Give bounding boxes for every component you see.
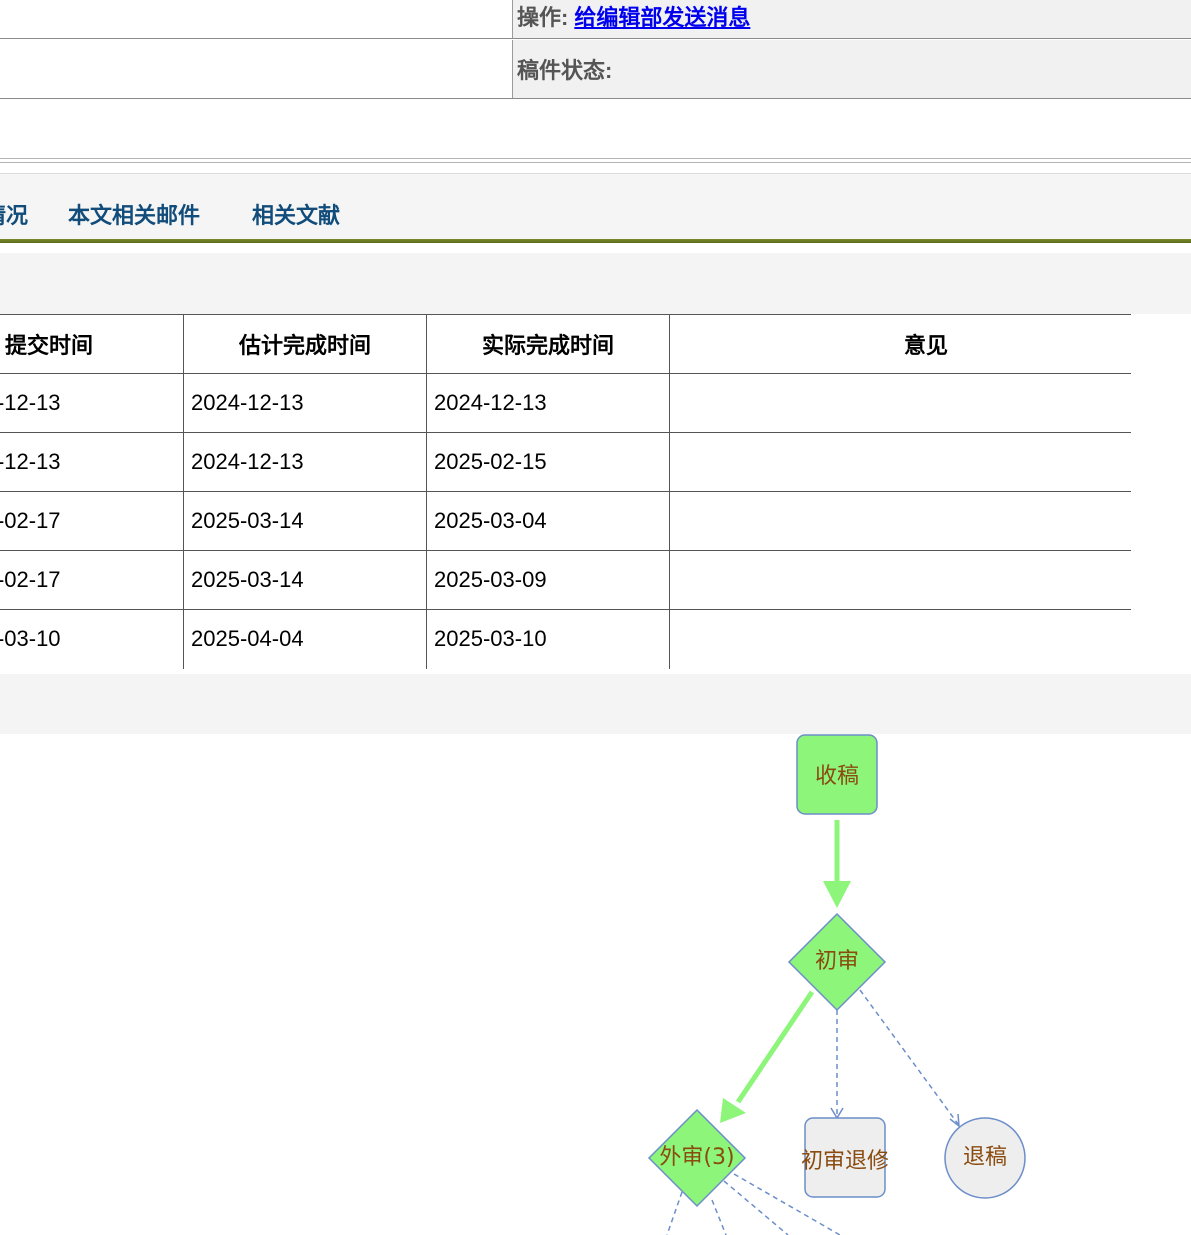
operation-row-left bbox=[0, 0, 512, 38]
estimated-time-cell: 2024-12-13 bbox=[183, 373, 428, 433]
actual-time-cell: 2025-03-04 bbox=[426, 491, 671, 551]
submit-time-cell: 2025-03-10 bbox=[0, 609, 185, 669]
estimated-time-cell: 2024-12-13 bbox=[183, 432, 428, 492]
status-label: 稿件状态: bbox=[517, 58, 613, 83]
flow-node-reject: 退稿 bbox=[944, 1117, 1026, 1199]
actual-time-cell: 2025-02-15 bbox=[426, 432, 671, 492]
flow-edge-initial-to-return bbox=[830, 1010, 844, 1120]
flow-node-initial-review: 初审 bbox=[787, 912, 887, 1012]
flow-node-external-review: 外审(3) bbox=[647, 1108, 747, 1208]
tab-review-status[interactable]: 情况 bbox=[0, 198, 28, 230]
status-cell: 稿件状态: bbox=[512, 40, 1191, 98]
tab-references[interactable]: 相关文献 bbox=[252, 198, 340, 230]
table-header-row: 提交时间 估计完成时间 实际完成时间 意见 bbox=[0, 314, 1131, 374]
actual-time-cell: 2025-03-10 bbox=[426, 609, 671, 669]
comments-cell bbox=[669, 373, 1131, 433]
tab-bar-underline bbox=[0, 239, 1191, 243]
flow-node-receive: 收稿 bbox=[796, 734, 878, 815]
flow-node-initial-review-label: 初审 bbox=[815, 949, 859, 974]
operation-cell: 操作: 给编辑部发送消息 bbox=[512, 0, 1191, 38]
comments-cell bbox=[669, 550, 1131, 610]
submit-time-cell: 2024-12-13 bbox=[0, 373, 185, 433]
flow-node-initial-return: 初审退修 bbox=[801, 1117, 889, 1198]
review-flow-diagram: 收稿 初审 外审(3) 初审退修 退稿 bbox=[647, 734, 1026, 1235]
flow-node-reject-label: 退稿 bbox=[963, 1145, 1007, 1170]
table-row: 2025-02-172025-03-142025-03-04 bbox=[0, 491, 1131, 551]
operation-label: 操作: bbox=[517, 5, 569, 30]
flow-node-initial-return-label: 初审退修 bbox=[801, 1149, 889, 1174]
actual-time-cell: 2025-03-09 bbox=[426, 550, 671, 610]
submit-time-cell: 2024-12-13 bbox=[0, 432, 185, 492]
estimated-time-cell: 2025-03-14 bbox=[183, 550, 428, 610]
table-row: 2025-02-172025-03-142025-03-09 bbox=[0, 550, 1131, 610]
comments-cell bbox=[669, 609, 1131, 669]
status-row: 稿件状态: bbox=[0, 40, 1191, 99]
submit-time-cell: 2025-02-17 bbox=[0, 550, 185, 610]
comments-cell bbox=[669, 491, 1131, 551]
tab-bar: 情况 本文相关邮件 相关文献 bbox=[0, 173, 1191, 239]
table-row: 2025-03-102025-04-042025-03-10 bbox=[0, 609, 1131, 669]
review-history-table: 提交时间 估计完成时间 实际完成时间 意见 2024-12-132024-12-… bbox=[0, 314, 1131, 669]
tab-related-emails[interactable]: 本文相关邮件 bbox=[68, 198, 200, 230]
flow-node-external-review-label: 外审(3) bbox=[659, 1145, 734, 1170]
operation-row: 操作: 给编辑部发送消息 bbox=[0, 0, 1191, 39]
estimated-time-cell: 2025-03-14 bbox=[183, 491, 428, 551]
table-bottom-band bbox=[0, 674, 1191, 734]
actual-time-cell: 2024-12-13 bbox=[426, 373, 671, 433]
send-message-link[interactable]: 给编辑部发送消息 bbox=[574, 0, 750, 32]
section-divider bbox=[0, 158, 1191, 163]
flow-edge-initial-to-reject bbox=[859, 989, 960, 1128]
flow-edge-initial-to-external bbox=[720, 990, 815, 1123]
table-top-band bbox=[0, 253, 1191, 314]
flow-edge-receive-to-initial bbox=[823, 820, 851, 908]
flow-node-receive-label: 收稿 bbox=[815, 764, 859, 789]
comments-cell bbox=[669, 432, 1131, 492]
table-row: 2024-12-132024-12-132025-02-15 bbox=[0, 432, 1131, 492]
header-estimated-time: 估计完成时间 bbox=[183, 314, 428, 374]
header-comments: 意见 bbox=[669, 314, 1131, 374]
submit-time-cell: 2025-02-17 bbox=[0, 491, 185, 551]
status-row-left bbox=[0, 40, 512, 98]
header-submit-time: 提交时间 bbox=[0, 314, 185, 374]
header-actual-time: 实际完成时间 bbox=[426, 314, 671, 374]
estimated-time-cell: 2025-04-04 bbox=[183, 609, 428, 669]
table-row: 2024-12-132024-12-132024-12-13 bbox=[0, 373, 1131, 433]
